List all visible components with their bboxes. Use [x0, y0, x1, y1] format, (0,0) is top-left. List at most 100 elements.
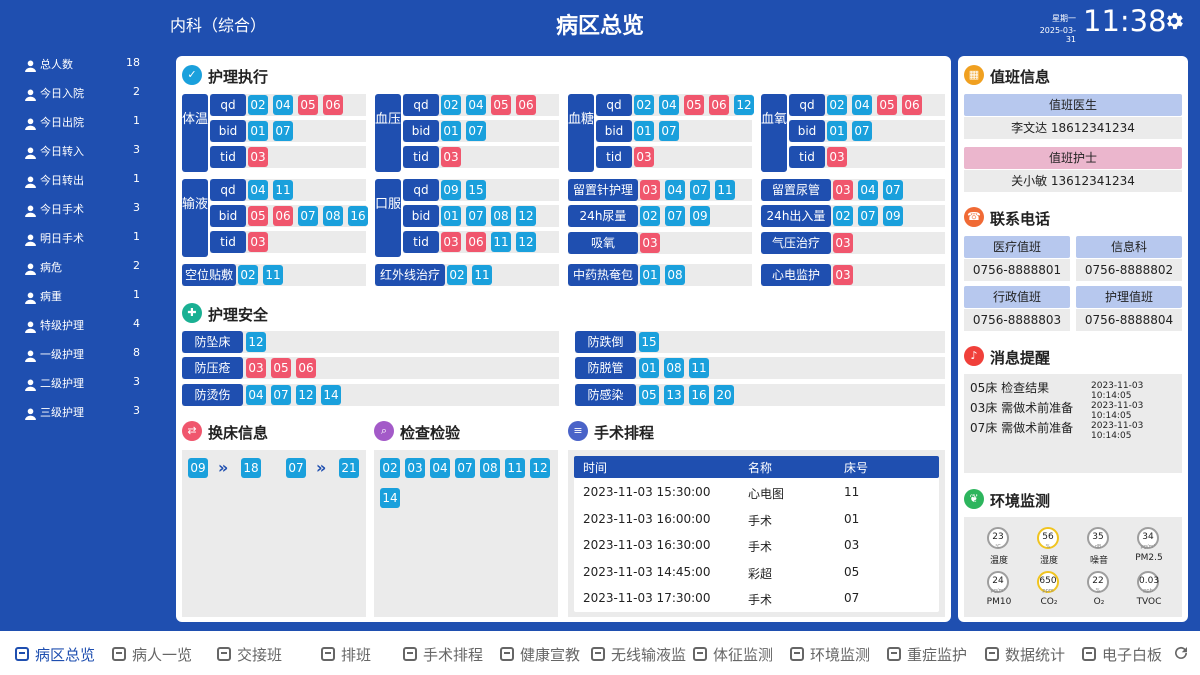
bed-chip[interactable]: 11	[263, 265, 283, 285]
bed-chip[interactable]: 01	[827, 121, 847, 141]
contact-phone[interactable]: 0756-8888801	[964, 259, 1070, 281]
exam-bed-chip[interactable]: 07	[455, 458, 475, 478]
exam-bed-chip[interactable]: 11	[505, 458, 525, 478]
bed-chip[interactable]: 03	[833, 265, 853, 285]
bed-chip[interactable]: 15	[639, 332, 659, 352]
exam-bed-chip[interactable]: 12	[530, 458, 550, 478]
bed-chip[interactable]: 11	[491, 232, 511, 252]
bed-chip[interactable]: 03	[248, 232, 268, 252]
bed-chip[interactable]: 16	[348, 206, 368, 226]
surgery-row[interactable]: 2023-11-03 14:45:00 彩超 05	[574, 565, 939, 585]
bed-chip[interactable]: 01	[248, 121, 268, 141]
bed-chip[interactable]: 09	[441, 180, 461, 200]
bed-chip[interactable]: 02	[827, 95, 847, 115]
sidebar-item[interactable]: 二级护理 3	[0, 368, 163, 397]
bed-chip[interactable]: 01	[640, 265, 660, 285]
bed-chip[interactable]: 05	[271, 358, 291, 378]
bed-chip[interactable]: 05	[639, 385, 659, 405]
sidebar-item[interactable]: 今日转出 1	[0, 165, 163, 194]
sidebar-item[interactable]: 一级护理 8	[0, 339, 163, 368]
bed-chip[interactable]: 03	[640, 233, 660, 253]
contact-phone[interactable]: 0756-8888802	[1076, 259, 1182, 281]
contact-phone[interactable]: 0756-8888804	[1076, 309, 1182, 331]
bed-chip[interactable]: 11	[273, 180, 293, 200]
bed-chip[interactable]: 07	[858, 206, 878, 226]
bed-chip[interactable]: 12	[734, 95, 754, 115]
bed-chip[interactable]: 06	[273, 206, 293, 226]
bed-chip[interactable]: 07	[466, 206, 486, 226]
bed-chip[interactable]: 08	[665, 265, 685, 285]
surgery-row[interactable]: 2023-11-03 16:00:00 手术 01	[574, 512, 939, 532]
bed-chip[interactable]: 06	[709, 95, 729, 115]
bed-chip[interactable]: 15	[466, 180, 486, 200]
bed-chip[interactable]: 07	[883, 180, 903, 200]
bed-chip[interactable]: 20	[714, 385, 734, 405]
bed-chip[interactable]: 02	[833, 206, 853, 226]
bed-chip[interactable]: 06	[902, 95, 922, 115]
bed-chip[interactable]: 06	[296, 358, 316, 378]
bed-chip[interactable]: 04	[665, 180, 685, 200]
bed-chip[interactable]: 11	[715, 180, 735, 200]
bed-chip[interactable]: 07	[273, 121, 293, 141]
exam-bed-chip[interactable]: 08	[480, 458, 500, 478]
bed-chip[interactable]: 04	[248, 180, 268, 200]
bed-chip[interactable]: 04	[858, 180, 878, 200]
bed-chip[interactable]: 12	[296, 385, 316, 405]
bed-chip[interactable]: 05	[877, 95, 897, 115]
message-item[interactable]: 07床 需做术前准备 2023-11-03 10:14:05	[964, 419, 1182, 441]
bed-chip[interactable]: 07	[271, 385, 291, 405]
sidebar-item[interactable]: 病重 1	[0, 281, 163, 310]
bed-chip[interactable]: 06	[516, 95, 536, 115]
bed-chip[interactable]: 07	[466, 121, 486, 141]
bed-chip[interactable]: 03	[640, 180, 660, 200]
sidebar-item[interactable]: 今日转入 3	[0, 136, 163, 165]
bed-chip[interactable]: 02	[238, 265, 258, 285]
bed-chip[interactable]: 02	[447, 265, 467, 285]
bed-chip[interactable]: 02	[441, 95, 461, 115]
gear-icon[interactable]	[1163, 10, 1185, 32]
bed-chip[interactable]: 12	[516, 232, 536, 252]
bed-chip[interactable]: 16	[689, 385, 709, 405]
bed-chip[interactable]: 08	[491, 206, 511, 226]
surgery-row[interactable]: 2023-11-03 15:30:00 心电图 11	[574, 485, 939, 505]
sidebar-item[interactable]: 总人数 18	[0, 49, 163, 78]
bed-change-from[interactable]: 07	[286, 458, 306, 478]
bed-chip[interactable]: 09	[690, 206, 710, 226]
bed-chip[interactable]: 03	[441, 147, 461, 167]
bed-chip[interactable]: 13	[664, 385, 684, 405]
bed-chip[interactable]: 12	[246, 332, 266, 352]
contact-phone[interactable]: 0756-8888803	[964, 309, 1070, 331]
bed-chip[interactable]: 04	[852, 95, 872, 115]
bed-chip[interactable]: 04	[466, 95, 486, 115]
bed-chip[interactable]: 01	[441, 206, 461, 226]
bed-chip[interactable]: 07	[298, 206, 318, 226]
bed-chip[interactable]: 05	[491, 95, 511, 115]
surgery-row[interactable]: 2023-11-03 16:30:00 手术 03	[574, 538, 939, 558]
sidebar-item[interactable]: 病危 2	[0, 252, 163, 281]
sidebar-item[interactable]: 明日手术 1	[0, 223, 163, 252]
sidebar-item[interactable]: 今日手术 3	[0, 194, 163, 223]
bed-chip[interactable]: 02	[634, 95, 654, 115]
sidebar-item[interactable]: 今日入院 2	[0, 78, 163, 107]
bed-chip[interactable]: 07	[659, 121, 679, 141]
bed-chip[interactable]: 06	[466, 232, 486, 252]
bed-chip[interactable]: 07	[852, 121, 872, 141]
bed-chip[interactable]: 05	[298, 95, 318, 115]
bed-chip[interactable]: 03	[827, 147, 847, 167]
sidebar-item[interactable]: 今日出院 1	[0, 107, 163, 136]
bed-chip[interactable]: 02	[640, 206, 660, 226]
bed-change-to[interactable]: 18	[241, 458, 261, 478]
exam-bed-chip[interactable]: 14	[380, 488, 400, 508]
bed-chip[interactable]: 04	[246, 385, 266, 405]
bed-chip[interactable]: 11	[472, 265, 492, 285]
exam-bed-chip[interactable]: 02	[380, 458, 400, 478]
bed-chip[interactable]: 03	[634, 147, 654, 167]
bed-chip[interactable]: 05	[248, 206, 268, 226]
sidebar-item[interactable]: 特级护理 4	[0, 310, 163, 339]
bed-chip[interactable]: 09	[883, 206, 903, 226]
exam-bed-chip[interactable]: 03	[405, 458, 425, 478]
bed-chip[interactable]: 05	[684, 95, 704, 115]
bed-chip[interactable]: 04	[659, 95, 679, 115]
bed-chip[interactable]: 01	[634, 121, 654, 141]
bed-chip[interactable]: 14	[321, 385, 341, 405]
